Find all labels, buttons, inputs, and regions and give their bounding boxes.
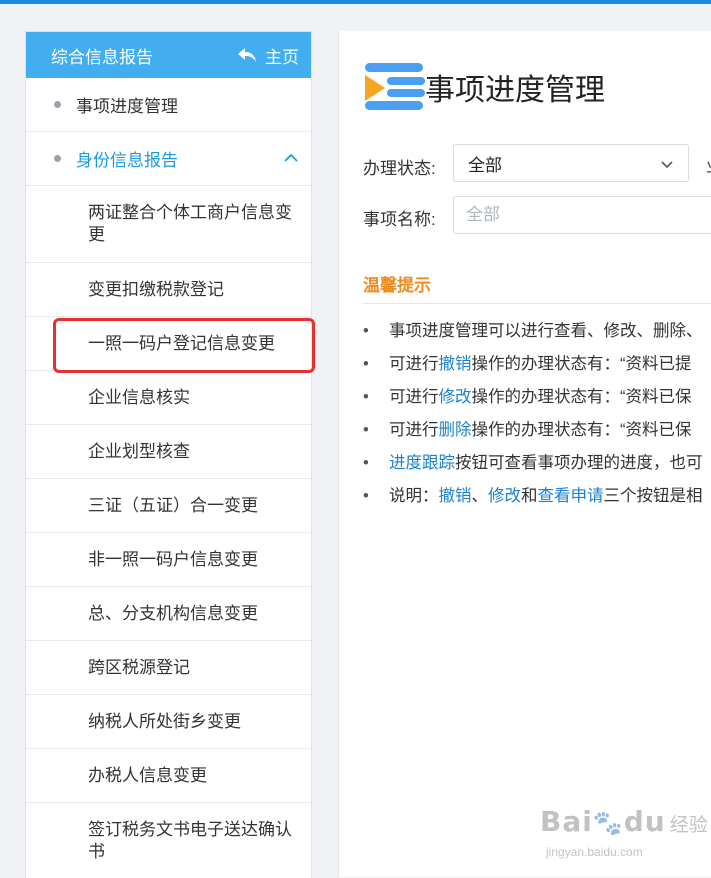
status-select[interactable]: 全部 xyxy=(453,144,689,182)
sidebar-header: 综合信息报告 主页 xyxy=(26,32,311,78)
submenu-item-label: 总、分支机构信息变更 xyxy=(88,603,258,623)
page-title: 事项进度管理 xyxy=(425,74,605,107)
progress-tracking-link[interactable]: 进度跟踪 xyxy=(389,450,455,483)
submenu-item-two-cert-change[interactable]: 两证整合个体工商户信息变更 xyxy=(26,186,311,263)
tip-item: • 说明： 撤销、修改和查看申请 三个按钮是相 xyxy=(363,483,703,516)
modify-link[interactable]: 修改 xyxy=(439,384,472,417)
tip-text: 三个按钮是相 xyxy=(603,487,703,505)
submenu-item-cross-region-register[interactable]: 跨区税源登记 xyxy=(26,641,311,695)
bullet-icon: • xyxy=(363,355,369,373)
menu-item-label: 事项进度管理 xyxy=(76,97,178,116)
tip-text: 可进行 xyxy=(389,421,439,439)
page-header: 事项进度管理 xyxy=(365,61,605,113)
delete-link[interactable]: 删除 xyxy=(439,417,472,450)
submenu-item-label: 变更扣缴税款登记 xyxy=(88,279,224,299)
revoke-link[interactable]: 撤销 xyxy=(439,351,472,384)
bullet-icon: • xyxy=(363,322,369,340)
submenu-item-label: 三证（五证）合一变更 xyxy=(88,495,258,515)
menu-item-label: 身份信息报告 xyxy=(76,151,178,170)
modify-link[interactable]: 修改 xyxy=(488,483,521,516)
truncated-label-fragment: 业 xyxy=(706,152,711,174)
submenu-item-label: 跨区税源登记 xyxy=(88,657,190,677)
menu-item-identity-report[interactable]: 身份信息报告 xyxy=(26,132,311,186)
chevron-up-icon[interactable] xyxy=(283,150,299,166)
tip-text: 说明： xyxy=(389,487,439,505)
tip-item: • 可进行 删除 操作的办理状态有：“资料已保 xyxy=(363,417,703,450)
bullet-icon: • xyxy=(363,487,369,505)
submenu-item-taxpayer-agent-change[interactable]: 办税人信息变更 xyxy=(26,749,311,803)
tip-item: • 进度跟踪 按钮可查看事项办理的进度，也可 xyxy=(363,450,703,483)
bullet-icon: • xyxy=(363,454,369,472)
submenu-item-multi-cert-change[interactable]: 三证（五证）合一变更 xyxy=(26,479,311,533)
submenu-item-label: 签订税务文书电子送达确认书 xyxy=(88,820,292,861)
tip-text: 操作的办理状态有：“资料已提 xyxy=(471,355,692,373)
bullet-icon: • xyxy=(363,421,369,439)
status-select-value: 全部 xyxy=(468,155,502,175)
tip-text: 操作的办理状态有：“资料已保 xyxy=(471,388,692,406)
watermark-url: jingyan.baidu.com xyxy=(546,845,643,859)
watermark-logo: Bai🐾du xyxy=(540,805,666,838)
tip-text: 操作的办理状态有：“资料已保 xyxy=(471,421,692,439)
tip-item: • 事项进度管理可以进行查看、修改、删除、 xyxy=(363,318,703,351)
item-name-input[interactable] xyxy=(453,196,711,234)
tip-item: • 可进行 撤销 操作的办理状态有：“资料已提 xyxy=(363,351,703,384)
tip-item: • 可进行 修改 操作的办理状态有：“资料已保 xyxy=(363,384,703,417)
tip-text: 按钮可查看事项办理的进度，也可 xyxy=(455,454,703,472)
menu-item-progress-management[interactable]: 事项进度管理 xyxy=(26,78,311,132)
bullet-dot-icon xyxy=(54,101,61,108)
status-label: 办理状态: xyxy=(363,159,436,178)
submenu-item-non-one-license-change[interactable]: 非一照一码户信息变更 xyxy=(26,533,311,587)
submenu-item-label: 一照一码户登记信息变更 xyxy=(88,333,275,353)
view-application-link[interactable]: 查看申请 xyxy=(538,483,604,516)
top-accent-bar xyxy=(0,0,711,4)
submenu-item-one-license-change[interactable]: 一照一码户登记信息变更 xyxy=(26,317,311,371)
submenu-item-street-change[interactable]: 纳税人所处街乡变更 xyxy=(26,695,311,749)
home-link[interactable]: 主页 xyxy=(237,43,299,68)
main-panel: 事项进度管理 办理状态: 全部 业 事项名称: 温馨提示 • 事项进度管理可以进… xyxy=(338,31,711,877)
submenu-item-branch-change[interactable]: 总、分支机构信息变更 xyxy=(26,587,311,641)
bullet-dot-icon xyxy=(54,155,61,162)
submenu-item-label: 两证整合个体工商户信息变更 xyxy=(88,203,292,244)
tips-title: 温馨提示 xyxy=(363,276,431,295)
submenu-item-enterprise-type-check[interactable]: 企业划型核查 xyxy=(26,425,311,479)
submenu-item-label: 企业划型核查 xyxy=(88,441,190,461)
submenu-item-label: 非一照一码户信息变更 xyxy=(88,549,258,569)
tip-text: 和 xyxy=(521,487,538,505)
tip-text: 事项进度管理可以进行查看、修改、删除、 xyxy=(389,322,703,340)
baidu-jingyan-watermark: Bai🐾du 经验 jingyan.baidu.com xyxy=(540,805,708,859)
submenu-item-enterprise-verify[interactable]: 企业信息核实 xyxy=(26,371,311,425)
sidebar: 综合信息报告 主页 事项进度管理 身份信息报告 两证整合个体工商户信息变更 变更… xyxy=(25,31,312,878)
sidebar-header-title: 综合信息报告 xyxy=(51,47,153,67)
chevron-down-icon xyxy=(661,161,673,169)
submenu-item-withholding-change[interactable]: 变更扣缴税款登记 xyxy=(26,263,311,317)
submenu-item-label: 纳税人所处街乡变更 xyxy=(88,711,241,731)
item-name-label: 事项名称: xyxy=(363,210,436,229)
paw-icon: 🐾 xyxy=(592,809,624,837)
list-play-icon xyxy=(365,63,425,110)
back-arrow-icon xyxy=(238,48,256,62)
tip-text: 可进行 xyxy=(389,388,439,406)
tips-divider xyxy=(363,303,711,304)
tip-text: 可进行 xyxy=(389,355,439,373)
tips-list: • 事项进度管理可以进行查看、修改、删除、 • 可进行 撤销 操作的办理状态有：“资… xyxy=(363,318,703,516)
submenu-item-label: 企业信息核实 xyxy=(88,387,190,407)
home-label: 主页 xyxy=(265,47,299,67)
submenu-item-label: 办税人信息变更 xyxy=(88,765,207,785)
bullet-icon: • xyxy=(363,388,369,406)
revoke-link[interactable]: 撤销 xyxy=(439,483,472,516)
tip-text: 、 xyxy=(471,487,489,505)
watermark-text: 经验 xyxy=(669,815,708,836)
submenu-item-e-delivery-confirm[interactable]: 签订税务文书电子送达确认书 xyxy=(26,803,311,878)
